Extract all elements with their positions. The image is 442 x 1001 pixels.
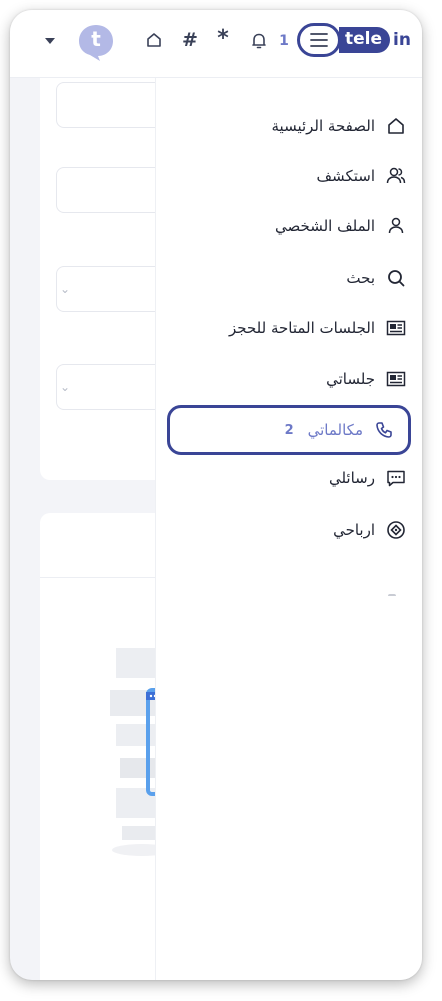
background-select-field[interactable] (56, 364, 165, 410)
menu-toggle-button[interactable] (297, 23, 341, 57)
menu-item-search[interactable]: بحث (156, 258, 422, 298)
hamburger-icon (310, 33, 328, 47)
home-icon (385, 115, 407, 137)
chevron-down-icon: ⌄ (60, 282, 71, 296)
users-icon (385, 165, 407, 187)
menu-item-label: استكشف (316, 167, 375, 185)
menu-item-messages[interactable]: رسائلي (156, 458, 422, 498)
menu-item-label: الجلسات المتاحة للحجز (229, 319, 375, 337)
phone-icon (373, 419, 395, 441)
menu-item-earnings[interactable]: ارباحي (156, 510, 422, 550)
hashtag-icon[interactable]: # (180, 28, 200, 52)
calls-count-badge: 2 (284, 422, 294, 438)
logo-brand-suffix: in (393, 30, 411, 50)
caret-down-icon[interactable] (43, 34, 57, 48)
menu-item-label: الصفحة الرئيسية (271, 117, 376, 135)
background-input-field[interactable] (56, 167, 165, 213)
menu-item-profile[interactable]: الملف الشخصي (156, 206, 422, 246)
app-frame: ⌄ ⌄ t # * 1 tele in الصفحة الرئيسية استك… (10, 10, 422, 980)
menu-item-explore[interactable]: استكشف (156, 156, 422, 196)
side-drawer-menu: الصفحة الرئيسية استكشف الملف الشخصي بحث (155, 78, 422, 980)
ticket-icon (385, 368, 407, 390)
chevron-down-icon: ⌄ (60, 380, 71, 394)
background-input-field[interactable] (56, 82, 165, 128)
background-select-field[interactable] (56, 266, 165, 312)
menu-item-available-sessions[interactable]: الجلسات المتاحة للحجز (156, 308, 422, 348)
menu-item-home[interactable]: الصفحة الرئيسية (156, 106, 422, 146)
ticket-icon (385, 317, 407, 339)
menu-item-label: بحث (346, 269, 375, 287)
menu-item-my-calls[interactable]: 2 مكالماتي (167, 405, 411, 455)
search-icon (385, 267, 407, 289)
menu-item-label: جلساتي (326, 370, 375, 388)
faint-divider (388, 594, 396, 598)
menu-item-label: مكالماتي (307, 421, 363, 439)
asterisk-icon[interactable]: * (213, 26, 233, 51)
menu-item-my-sessions[interactable]: جلساتي (156, 359, 422, 399)
chat-icon (385, 467, 407, 489)
top-header: t # * 1 tele in (10, 10, 422, 78)
divider (40, 577, 165, 578)
logo-brand-pill: tele (339, 27, 391, 53)
telein-logo[interactable]: tele in (339, 26, 411, 54)
menu-item-label: ارباحي (333, 521, 375, 539)
avatar[interactable]: t (76, 22, 116, 62)
notification-count: 1 (279, 33, 289, 49)
menu-item-label: رسائلي (328, 469, 375, 487)
avatar-letter: t (91, 27, 101, 51)
bell-icon[interactable] (249, 30, 269, 52)
user-icon (385, 215, 407, 237)
home-icon[interactable] (144, 30, 164, 50)
earnings-icon (385, 519, 407, 541)
menu-item-label: الملف الشخصي (275, 217, 375, 235)
